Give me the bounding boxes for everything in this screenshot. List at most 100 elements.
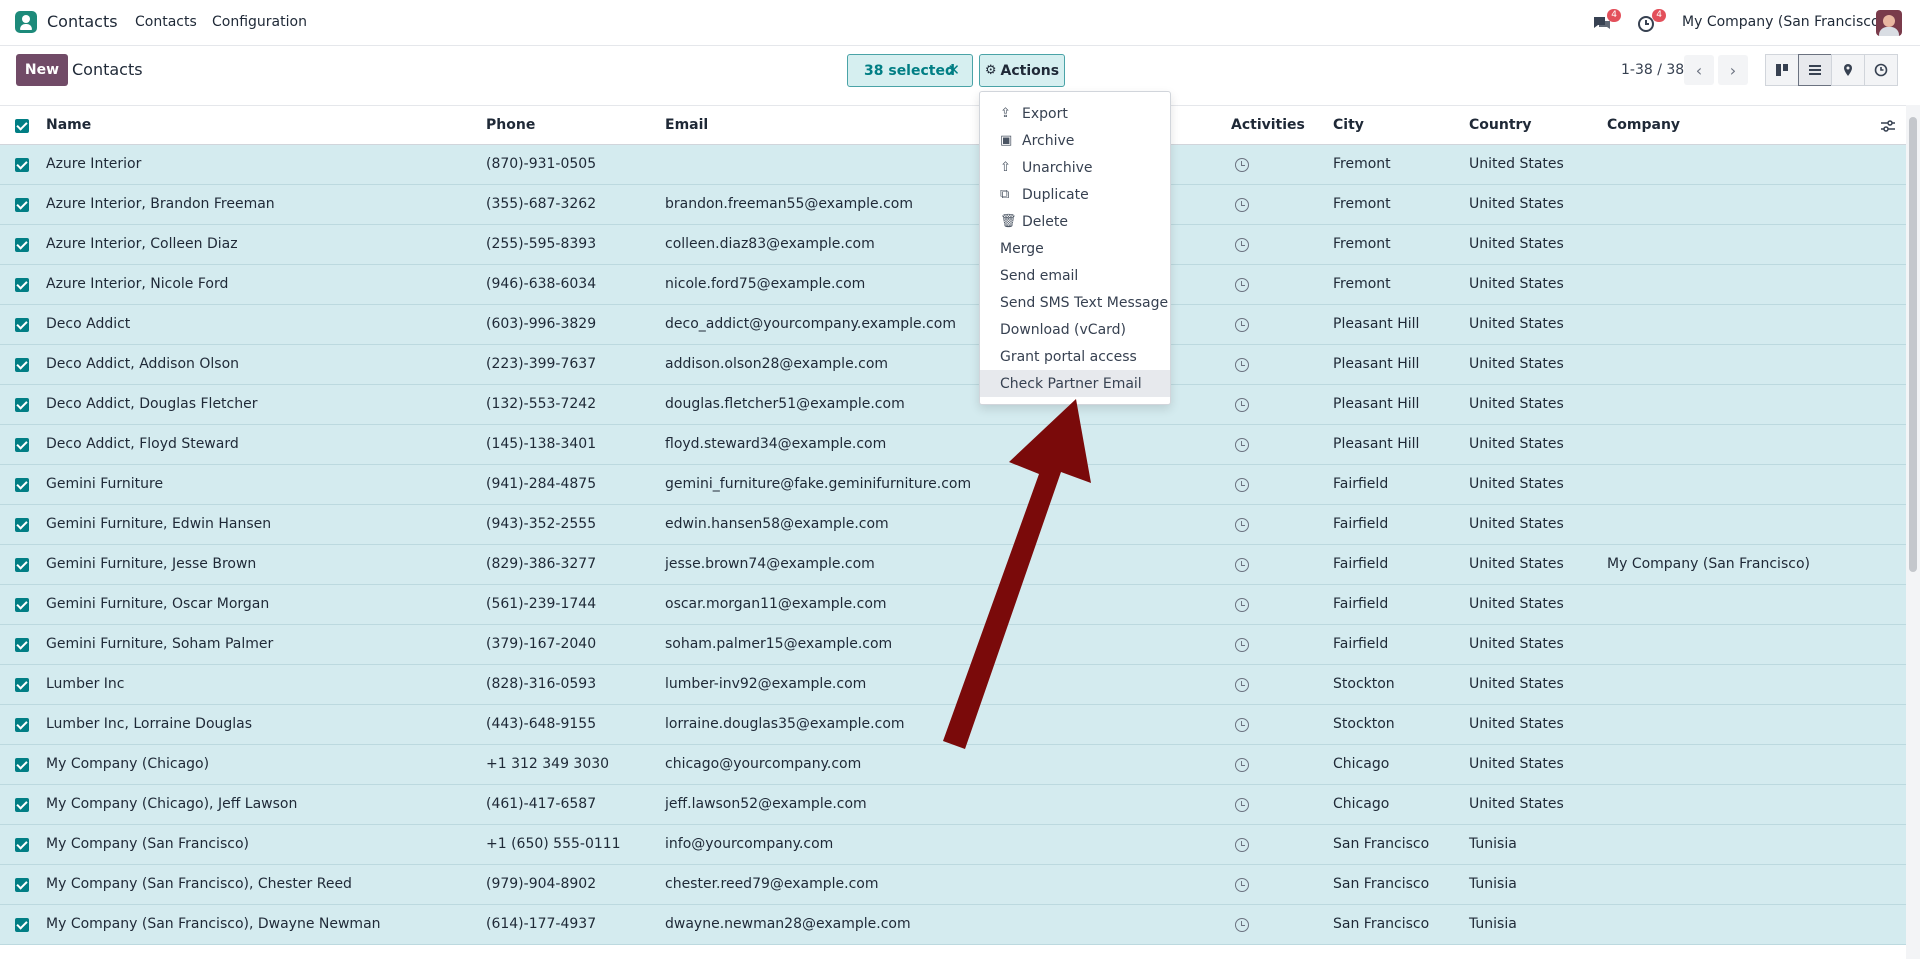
pager-previous-button[interactable]: ‹ bbox=[1684, 55, 1714, 85]
row-checkbox[interactable] bbox=[15, 518, 29, 532]
table-row[interactable]: Deco Addict, Addison Olson (223)-399-7637… bbox=[0, 345, 1906, 385]
menu-contacts[interactable]: Contacts bbox=[135, 14, 197, 30]
new-button[interactable]: New bbox=[16, 54, 68, 86]
row-checkbox[interactable] bbox=[15, 358, 29, 372]
activity-clock-icon[interactable] bbox=[1235, 558, 1249, 572]
row-checkbox[interactable] bbox=[15, 838, 29, 852]
row-checkbox[interactable] bbox=[15, 478, 29, 492]
row-checkbox[interactable] bbox=[15, 438, 29, 452]
row-checkbox[interactable] bbox=[15, 878, 29, 892]
column-name[interactable]: Name bbox=[46, 117, 91, 133]
action-unarchive[interactable]: ⇧ Unarchive bbox=[980, 154, 1170, 181]
activity-clock-icon[interactable] bbox=[1235, 438, 1249, 452]
row-checkbox[interactable] bbox=[15, 278, 29, 292]
activity-view-button[interactable] bbox=[1864, 54, 1898, 86]
table-row[interactable]: My Company (San Francisco), Chester Reed… bbox=[0, 865, 1906, 905]
contacts-app-icon[interactable] bbox=[15, 11, 37, 33]
activity-clock-icon[interactable] bbox=[1235, 718, 1249, 732]
pager-value[interactable]: 1-38 / 38 bbox=[1621, 62, 1684, 78]
row-checkbox[interactable] bbox=[15, 918, 29, 932]
pager-next-button[interactable]: › bbox=[1718, 55, 1748, 85]
action-download-vcard[interactable]: Download (vCard) bbox=[980, 316, 1170, 343]
action-check-partner-email[interactable]: Check Partner Email bbox=[980, 370, 1170, 397]
table-row[interactable]: Azure Interior, Brandon Freeman (355)-687… bbox=[0, 185, 1906, 225]
column-email[interactable]: Email bbox=[665, 117, 708, 133]
kanban-view-button[interactable] bbox=[1765, 54, 1799, 86]
menu-configuration[interactable]: Configuration bbox=[212, 14, 307, 30]
table-row[interactable]: My Company (Chicago) +1 312 349 3030 chica… bbox=[0, 745, 1906, 785]
user-avatar[interactable] bbox=[1876, 10, 1902, 36]
row-checkbox[interactable] bbox=[15, 198, 29, 212]
table-row[interactable]: Gemini Furniture, Soham Palmer (379)-167-… bbox=[0, 625, 1906, 665]
table-row[interactable]: My Company (Chicago), Jeff Lawson (461)-4… bbox=[0, 785, 1906, 825]
activity-clock-icon[interactable] bbox=[1235, 358, 1249, 372]
row-checkbox[interactable] bbox=[15, 318, 29, 332]
action-send-sms-text-message[interactable]: Send SMS Text Message bbox=[980, 289, 1170, 316]
vertical-scrollbar[interactable] bbox=[1906, 105, 1920, 959]
table-row[interactable]: Gemini Furniture, Oscar Morgan (561)-239-… bbox=[0, 585, 1906, 625]
activity-clock-icon[interactable] bbox=[1235, 238, 1249, 252]
row-checkbox[interactable] bbox=[15, 158, 29, 172]
activity-clock-icon[interactable] bbox=[1235, 278, 1249, 292]
messages-icon[interactable]: 4 bbox=[1591, 9, 1621, 34]
clear-selection-icon[interactable]: ✕ bbox=[947, 61, 960, 79]
activity-clock-icon[interactable] bbox=[1235, 638, 1249, 652]
activity-clock-icon[interactable]: 4 bbox=[1636, 9, 1666, 34]
activity-clock-icon[interactable] bbox=[1235, 398, 1249, 412]
action-archive[interactable]: ▣ Archive bbox=[980, 127, 1170, 154]
action-send-email[interactable]: Send email bbox=[980, 262, 1170, 289]
activity-clock-icon[interactable] bbox=[1235, 318, 1249, 332]
row-checkbox[interactable] bbox=[15, 718, 29, 732]
row-checkbox[interactable] bbox=[15, 598, 29, 612]
select-all-checkbox[interactable] bbox=[15, 119, 29, 133]
table-row[interactable]: Gemini Furniture (941)-284-4875 gemini_fur… bbox=[0, 465, 1906, 505]
scrollbar-thumb[interactable] bbox=[1909, 117, 1917, 572]
activity-clock-icon[interactable] bbox=[1235, 158, 1249, 172]
table-row[interactable]: Azure Interior (870)-931-0505 Fremont Unite… bbox=[0, 145, 1906, 185]
activity-clock-icon[interactable] bbox=[1235, 598, 1249, 612]
activity-clock-icon[interactable] bbox=[1235, 878, 1249, 892]
activity-clock-icon[interactable] bbox=[1235, 198, 1249, 212]
table-row[interactable]: Gemini Furniture, Jesse Brown (829)-386-3… bbox=[0, 545, 1906, 585]
row-checkbox[interactable] bbox=[15, 638, 29, 652]
row-checkbox[interactable] bbox=[15, 678, 29, 692]
column-company[interactable]: Company bbox=[1607, 117, 1680, 133]
table-row[interactable]: Gemini Furniture, Edwin Hansen (943)-352-… bbox=[0, 505, 1906, 545]
optional-columns-icon[interactable] bbox=[1880, 118, 1896, 134]
row-checkbox[interactable] bbox=[15, 238, 29, 252]
activity-clock-icon[interactable] bbox=[1235, 678, 1249, 692]
activity-clock-icon[interactable] bbox=[1235, 478, 1249, 492]
column-phone[interactable]: Phone bbox=[486, 117, 535, 133]
map-view-button[interactable] bbox=[1831, 54, 1865, 86]
actions-button[interactable]: ⚙ Actions bbox=[979, 54, 1065, 87]
table-row[interactable]: Deco Addict, Douglas Fletcher (132)-553-7… bbox=[0, 385, 1906, 425]
row-checkbox[interactable] bbox=[15, 758, 29, 772]
table-row[interactable]: Azure Interior, Nicole Ford (946)-638-603… bbox=[0, 265, 1906, 305]
action-duplicate[interactable]: ⧉ Duplicate bbox=[980, 181, 1170, 208]
table-row[interactable]: Lumber Inc (828)-316-0593 lumber-inv92@exa… bbox=[0, 665, 1906, 705]
activity-clock-icon[interactable] bbox=[1235, 518, 1249, 532]
column-city[interactable]: City bbox=[1333, 117, 1364, 133]
company-switcher[interactable]: My Company (San Francisco) bbox=[1682, 14, 1885, 30]
table-row[interactable]: Azure Interior, Colleen Diaz (255)-595-83… bbox=[0, 225, 1906, 265]
table-row[interactable]: Deco Addict, Floyd Steward (145)-138-3401… bbox=[0, 425, 1906, 465]
table-row[interactable]: My Company (San Francisco) +1 (650) 555-0… bbox=[0, 825, 1906, 865]
activity-clock-icon[interactable] bbox=[1235, 798, 1249, 812]
column-country[interactable]: Country bbox=[1469, 117, 1532, 133]
row-checkbox[interactable] bbox=[15, 398, 29, 412]
activity-clock-icon[interactable] bbox=[1235, 758, 1249, 772]
row-checkbox[interactable] bbox=[15, 558, 29, 572]
column-activities[interactable]: Activities bbox=[1231, 117, 1305, 133]
table-row[interactable]: Deco Addict (603)-996-3829 deco_addict@you… bbox=[0, 305, 1906, 345]
action-grant-portal-access[interactable]: Grant portal access bbox=[980, 343, 1170, 370]
action-merge[interactable]: Merge bbox=[980, 235, 1170, 262]
row-checkbox[interactable] bbox=[15, 798, 29, 812]
table-row[interactable]: Lumber Inc, Lorraine Douglas (443)-648-91… bbox=[0, 705, 1906, 745]
activity-clock-icon[interactable] bbox=[1235, 838, 1249, 852]
activity-clock-icon[interactable] bbox=[1235, 918, 1249, 932]
action-delete[interactable]: 🗑 Delete bbox=[980, 208, 1170, 235]
list-view-button[interactable] bbox=[1798, 54, 1832, 86]
table-row[interactable]: My Company (San Francisco), Dwayne Newma… bbox=[0, 905, 1906, 945]
app-name[interactable]: Contacts bbox=[47, 12, 118, 31]
action-export[interactable]: ⇪ Export bbox=[980, 100, 1170, 127]
